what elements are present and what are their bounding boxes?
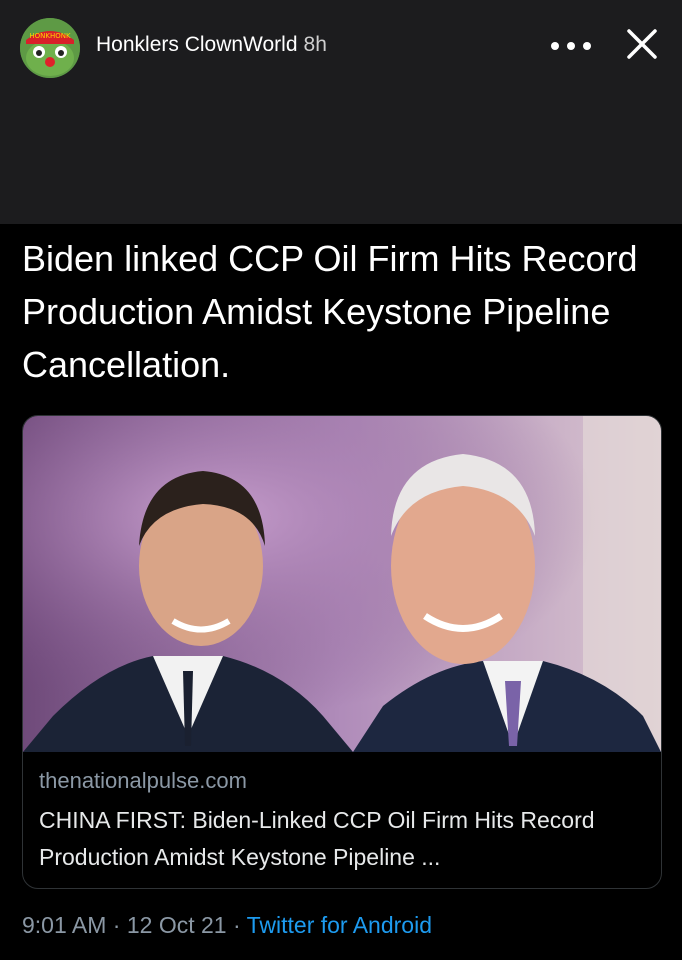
tweet-meta: 9:01 AM · 12 Oct 21 · Twitter for Androi…	[22, 912, 432, 939]
tweet-time: 9:01 AM	[22, 912, 107, 938]
dot-icon	[567, 42, 575, 50]
tweet-source-link[interactable]: Twitter for Android	[247, 912, 432, 938]
author-line[interactable]: Honklers ClownWorld 8h	[96, 33, 327, 57]
article-photo[interactable]	[23, 416, 661, 752]
author-name[interactable]: Honklers ClownWorld	[96, 33, 298, 56]
story-header: HONKHONK Honklers ClownWorld 8h	[0, 0, 682, 224]
meta-separator: ·	[112, 912, 121, 938]
link-card[interactable]: thenationalpulse.com CHINA FIRST: Biden-…	[22, 415, 662, 889]
author-avatar[interactable]: HONKHONK	[20, 18, 80, 78]
tweet-date[interactable]: 12 Oct 21	[127, 912, 227, 938]
close-icon	[627, 29, 657, 59]
avatar-label: HONKHONK	[29, 32, 71, 40]
tweet-text: Biden linked CCP Oil Firm Hits Record Pr…	[22, 238, 638, 385]
card-domain: thenationalpulse.com	[39, 768, 247, 793]
dot-icon	[551, 42, 559, 50]
post-time: 8h	[303, 33, 327, 56]
close-button[interactable]	[620, 22, 664, 66]
meta-separator: ·	[232, 912, 241, 938]
card-title[interactable]: CHINA FIRST: Biden-Linked CCP Oil Firm H…	[39, 802, 645, 876]
more-options-button[interactable]	[551, 34, 591, 58]
dot-icon	[583, 42, 591, 50]
clown-frog-avatar-icon: HONKHONK	[20, 18, 80, 78]
